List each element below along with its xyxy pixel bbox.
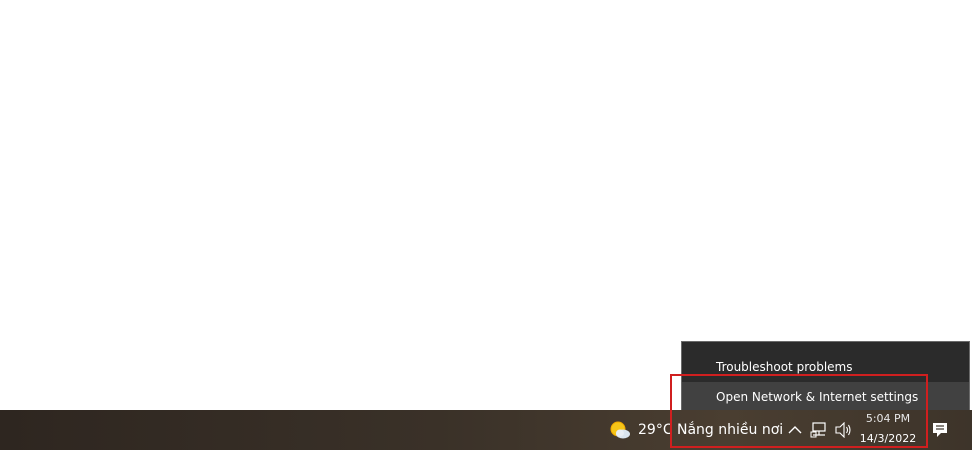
clock-time: 5:04 PM: [865, 412, 911, 425]
partly-sunny-icon: [609, 420, 631, 440]
network-context-menu: Troubleshoot problems Open Network & Int…: [681, 341, 970, 412]
weather-widget-icon[interactable]: [606, 410, 634, 450]
volume-icon: [834, 422, 854, 438]
weather-temperature[interactable]: 29°C: [638, 410, 673, 450]
menu-item-troubleshoot-problems[interactable]: Troubleshoot problems: [682, 352, 969, 382]
taskbar-clock[interactable]: 5:04 PM 14/3/2022: [856, 410, 920, 450]
notification-icon: [931, 421, 949, 439]
show-hidden-icons-button[interactable]: [786, 410, 804, 450]
clock-date: 14/3/2022: [859, 432, 917, 445]
volume-tray-button[interactable]: [833, 410, 855, 450]
network-tray-button[interactable]: [808, 410, 830, 450]
taskbar: 29°C Nắng nhiều nơi 5:04 PM 14/3/2022: [0, 410, 972, 450]
weather-description[interactable]: Nắng nhiều nơi: [677, 410, 783, 450]
chevron-up-icon: [788, 425, 802, 435]
menu-item-open-network-settings[interactable]: Open Network & Internet settings: [682, 382, 969, 412]
action-center-button[interactable]: [928, 410, 952, 450]
network-icon: [810, 422, 828, 438]
